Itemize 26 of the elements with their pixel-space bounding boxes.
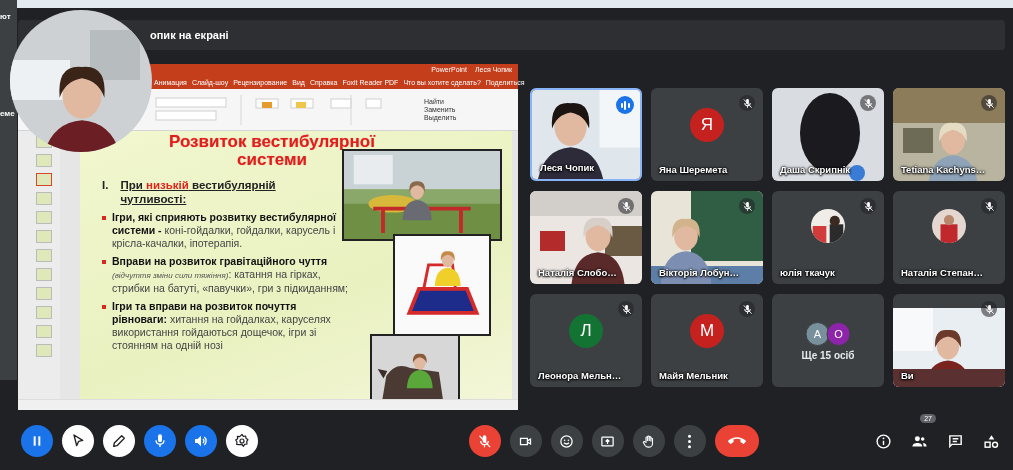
participant-name: Даша Скрипнік [780, 164, 851, 175]
slide-heading: При низькій вестибулярній чутливості: [120, 178, 277, 206]
bullet-text: Ігри, які сприяють розвитку вестибулярної системи - коні-гойдалки, гойдалки, карусель і крісла-качалки, іпотерапія. [112, 211, 337, 250]
more-participants-label[interactable]: Ще 15 осіб [772, 349, 884, 361]
presentation-title: опик на екрані [150, 29, 229, 41]
participant-name: Вікторія Лобун… [659, 267, 739, 278]
participant-name: Наталія Слобо… [538, 267, 617, 278]
avatar: М [690, 314, 724, 349]
bullet-text: Вправи на розвиток гравітаційного чуття (відчуття зміни сили тяжіння): катання на гірках, стрибки на батуті, «павучки», гри з підкиданням; [112, 255, 349, 295]
participant-name: Леонора Мельн… [538, 370, 622, 381]
avatar: Я [690, 108, 724, 143]
participant-name: Майя Мельник [659, 370, 728, 381]
participant-name: Леся Чопик [540, 162, 595, 173]
participant-name: юлія ткачук [780, 267, 835, 278]
panel-text: еме [0, 109, 15, 118]
slide-title: Розвиток вестибулярної системи [168, 133, 377, 169]
participant-name: Наталія Степан… [901, 267, 983, 278]
bullet-text: Ігри та вправи на розвиток почуття рівноваги: хитання на гойдалках, каруселях використання гойдаються дощечок, ігри зі стоянням на одній нозі [112, 300, 332, 352]
avatar: А [805, 321, 830, 346]
participant-name: Яна Шеремета [659, 164, 728, 175]
avatar: Л [569, 314, 603, 349]
panel-text: ют [0, 12, 11, 21]
participant-name: Tetiana Kachyns… [901, 164, 986, 175]
avatar: О [826, 321, 851, 346]
participant-name: Ви [901, 370, 914, 381]
list-number: I. [102, 178, 109, 193]
